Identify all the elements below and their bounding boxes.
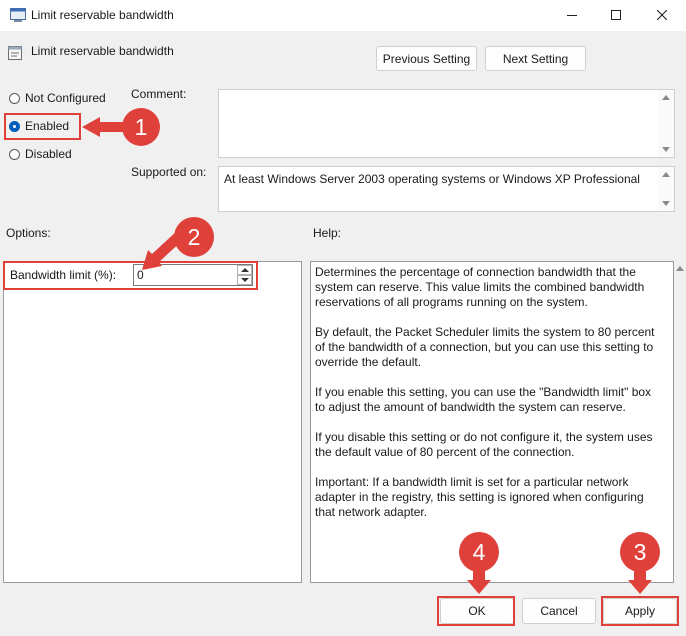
radio-checked-icon <box>9 120 20 132</box>
policy-name: Limit reservable bandwidth <box>31 44 174 58</box>
bandwidth-limit-label: Bandwidth limit (%): <box>10 268 117 282</box>
close-icon <box>656 9 668 23</box>
scroll-up-icon[interactable] <box>676 266 684 271</box>
help-paragraph: By default, the Packet Scheduler limits … <box>315 325 655 369</box>
help-paragraph: If you disable this setting or do not co… <box>315 430 653 459</box>
next-setting-button[interactable]: Next Setting <box>485 46 586 71</box>
ok-button[interactable]: OK <box>440 598 514 624</box>
policy-editor-icon <box>10 8 26 22</box>
callout-2: 2 <box>140 216 220 289</box>
radio-label: Not Configured <box>25 91 106 105</box>
minimize-button[interactable] <box>549 0 595 31</box>
cancel-button[interactable]: Cancel <box>522 598 596 624</box>
supported-on-box: At least Windows Server 2003 operating s… <box>218 166 675 212</box>
options-label: Options: <box>6 226 51 240</box>
scroll-up-icon[interactable] <box>662 172 670 177</box>
apply-button[interactable]: Apply <box>603 598 677 624</box>
callout-number: 1 <box>135 114 148 140</box>
callout-4: 4 <box>456 532 502 599</box>
spin-up-icon[interactable] <box>237 265 252 275</box>
title-bar: Limit reservable bandwidth <box>0 0 686 31</box>
radio-label: Enabled <box>25 119 70 133</box>
comment-scrollbar[interactable] <box>658 90 674 157</box>
callout-3: 3 <box>617 532 663 599</box>
arrow-down-icon <box>628 570 652 594</box>
help-paragraph: Determines the percentage of connection … <box>315 265 645 309</box>
spin-down-icon[interactable] <box>237 275 252 285</box>
supported-scrollbar[interactable] <box>658 167 674 211</box>
maximize-button[interactable] <box>593 0 639 31</box>
help-scrollbar[interactable] <box>674 261 686 583</box>
radio-label: Disabled <box>25 147 72 161</box>
callout-1: 1 <box>82 108 162 151</box>
help-paragraph: If you enable this setting, you can use … <box>315 385 652 414</box>
supported-on-label: Supported on: <box>131 165 207 179</box>
scroll-up-icon[interactable] <box>662 95 670 100</box>
help-paragraph: Important: If a bandwidth limit is set f… <box>315 475 644 519</box>
previous-setting-button[interactable]: Previous Setting <box>376 46 477 71</box>
minimize-icon <box>567 9 577 23</box>
callout-number: 4 <box>473 539 486 565</box>
arrow-down-icon <box>467 570 491 594</box>
callout-number: 2 <box>188 224 201 250</box>
help-label: Help: <box>313 226 342 240</box>
policy-setting-icon <box>7 45 23 61</box>
radio-not-configured[interactable]: Not Configured <box>9 89 129 107</box>
window-title: Limit reservable bandwidth <box>31 8 174 22</box>
maximize-icon <box>611 9 621 23</box>
close-button[interactable] <box>639 0 685 31</box>
radio-unchecked-icon <box>9 92 20 104</box>
arrow-left-icon <box>82 117 127 137</box>
scroll-down-icon[interactable] <box>662 201 670 206</box>
scroll-down-icon[interactable] <box>662 147 670 152</box>
comment-label: Comment: <box>131 87 187 101</box>
comment-textarea[interactable] <box>218 89 675 158</box>
radio-unchecked-icon <box>9 148 20 160</box>
callout-number: 3 <box>634 539 647 565</box>
policy-dialog-window: Limit reservable bandwidth Limit reserva… <box>0 0 686 636</box>
supported-on-value: At least Windows Server 2003 operating s… <box>224 172 640 186</box>
bandwidth-spinner[interactable] <box>237 265 252 285</box>
options-panel <box>3 261 302 583</box>
help-text: Determines the percentage of connection … <box>315 265 663 535</box>
